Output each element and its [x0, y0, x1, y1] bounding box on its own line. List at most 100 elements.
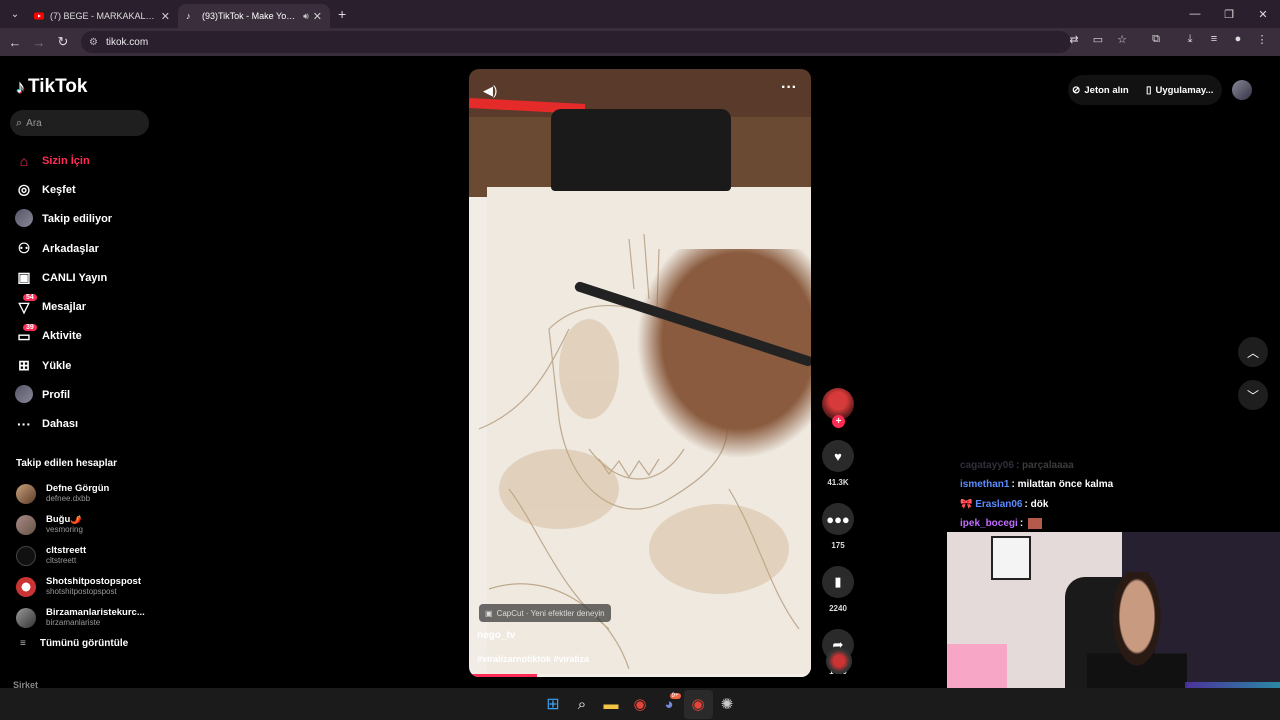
- nav-profile[interactable]: Profil: [14, 380, 154, 409]
- tab-search-chevron-icon[interactable]: ⌄: [4, 3, 26, 25]
- file-explorer-icon[interactable]: ▬: [597, 690, 626, 719]
- bookmark-star-icon[interactable]: ☆: [1110, 33, 1134, 46]
- chat-username: ipek_bocegi: [960, 517, 1018, 529]
- browser-menu-icon[interactable]: ⋮: [1250, 33, 1274, 46]
- extensions-icon[interactable]: ⧉: [1144, 33, 1168, 46]
- more-options-icon[interactable]: ···: [781, 79, 797, 97]
- drawing-hand: [619, 249, 811, 479]
- notification-badge: 9+: [669, 692, 681, 699]
- tab-close-icon[interactable]: ✕: [161, 10, 170, 23]
- volume-icon[interactable]: ◀︎): [483, 83, 497, 99]
- cast-icon[interactable]: ▭: [1086, 33, 1110, 46]
- video-author[interactable]: nego_tv: [477, 630, 515, 641]
- heart-icon[interactable]: ♥: [822, 440, 854, 472]
- see-all-button[interactable]: ≡ Tümünü görüntüle: [20, 638, 128, 649]
- nav-friends[interactable]: ⚇ Arkadaşlar: [14, 234, 154, 263]
- nav-explore[interactable]: ◎ Keşfet: [14, 175, 154, 204]
- tiktok-icon: ♪: [186, 11, 191, 21]
- tab-title: (7) BEGE - MARKAKALİTE - YouTube: [50, 11, 157, 21]
- nav-label: Profil: [42, 389, 71, 402]
- capcut-badge[interactable]: ▣ CapCut · Yeni efektler deneyin: [479, 604, 611, 622]
- nav-more[interactable]: ··· Dahası: [14, 410, 154, 439]
- account-name: Birzamanlaristekurc...: [46, 607, 145, 618]
- follow-plus-icon[interactable]: +: [832, 415, 845, 428]
- following-account[interactable]: Birzamanlaristekurc... birzamanlariste: [16, 602, 156, 633]
- media-control-icon[interactable]: ≡: [1202, 33, 1226, 46]
- search-icon[interactable]: ⌕: [568, 690, 597, 719]
- chrome-profile-icon[interactable]: ◉: [683, 689, 713, 719]
- following-account[interactable]: cltstreett cltstreett: [16, 540, 156, 571]
- nav-label: Aktivite: [42, 330, 82, 343]
- nav-messages[interactable]: ▽ 54 Mesajlar: [14, 292, 154, 321]
- save-count: 2240: [829, 604, 847, 613]
- more-dots-icon: ···: [17, 416, 31, 433]
- new-tab-button[interactable]: +: [338, 6, 346, 22]
- windows-start-icon[interactable]: ⊞: [539, 690, 568, 719]
- like-action[interactable]: ♥ 41.3K: [822, 440, 854, 487]
- comment-icon[interactable]: ●●●: [822, 503, 854, 535]
- nav-for-you[interactable]: ⌂ Sizin İçin: [14, 146, 154, 175]
- video-progress-bar[interactable]: [469, 674, 811, 677]
- translate-icon[interactable]: ⇄: [1062, 33, 1086, 46]
- discord-icon[interactable]: ◕ 9+: [655, 690, 684, 719]
- logo-text: TikTok: [28, 76, 88, 97]
- minimize-icon[interactable]: —: [1178, 0, 1212, 28]
- back-icon[interactable]: ←: [3, 35, 27, 50]
- next-video-button[interactable]: ﹀: [1238, 380, 1268, 410]
- bookmark-icon[interactable]: ▮: [822, 566, 854, 598]
- nav-upload[interactable]: ⊞ Yükle: [14, 351, 154, 380]
- search-icon: ⌕: [16, 116, 23, 129]
- save-action[interactable]: ▮ 2240: [822, 566, 854, 613]
- tab-close-icon[interactable]: ✕: [313, 10, 322, 23]
- reload-icon[interactable]: ↻: [51, 34, 75, 50]
- download-icon[interactable]: ⤓: [1178, 33, 1202, 46]
- app-icon[interactable]: ✺: [713, 690, 742, 719]
- speaker-icon[interactable]: 🔊︎: [303, 11, 309, 22]
- comment-count: 175: [831, 541, 845, 550]
- account-handle: shotshitpostopspost: [46, 586, 117, 596]
- browser-tab-tiktok[interactable]: ♪ (93)TikTok - Make Your Day 🔊︎ ✕: [178, 4, 330, 28]
- account-name: Shotshitpostopspost: [46, 576, 141, 587]
- site-info-icon[interactable]: ⚙: [89, 37, 98, 48]
- account-handle: cltstreett: [46, 555, 77, 565]
- chat-text: : dök: [1024, 498, 1049, 510]
- nav-label: Arkadaşlar: [42, 242, 99, 255]
- restore-icon[interactable]: ❐: [1212, 0, 1246, 28]
- browser-extensions: ⇄ ▭ ☆ ⧉ ⤓ ≡ ● ⋮: [1062, 33, 1274, 46]
- nav-live[interactable]: ▣ CANLI Yayın: [14, 263, 154, 292]
- video-player[interactable]: ◀︎) ··· ▣ CapCut · Yeni efektler deneyin…: [469, 69, 811, 677]
- nav-activity[interactable]: ▭ 39 Aktivite: [14, 322, 154, 351]
- nav-following[interactable]: Takip ediliyor: [14, 205, 154, 234]
- window-close-icon[interactable]: ✕: [1246, 0, 1280, 28]
- nav-label: Dahası: [42, 418, 79, 431]
- address-bar[interactable]: ⚙ tikok.com: [81, 31, 1071, 53]
- following-account[interactable]: Defne Görgün defnee.dxbb: [16, 478, 156, 509]
- search-input[interactable]: [26, 117, 127, 129]
- account-handle: vesmoring: [46, 524, 83, 534]
- get-coins-button[interactable]: ⊘ Jeton alın: [1072, 79, 1129, 101]
- music-disc-icon[interactable]: [826, 648, 852, 674]
- video-actions: + ♥ 41.3K ●●● 175 ▮ 2240 ➦ 1469: [822, 388, 854, 676]
- forward-icon[interactable]: →: [27, 35, 51, 50]
- tiktok-sidebar: ♪ TikTok ⌕ ⌂ Sizin İçin ◎ Keşfet Takip e…: [0, 58, 160, 690]
- following-list: Defne Görgün defnee.dxbb Buğu🌶️ vesmoring …: [16, 478, 156, 633]
- get-app-button[interactable]: ▯ Uygulamay...: [1146, 79, 1213, 101]
- windows-taskbar: ⊞ ⌕ ▬ ◉ ◕ 9+ ◉ ✺: [0, 688, 1280, 720]
- tiktok-logo[interactable]: ♪ TikTok: [16, 76, 87, 98]
- search-box[interactable]: ⌕: [10, 110, 149, 136]
- messages-icon: ▽: [18, 298, 30, 315]
- following-account[interactable]: Buğu🌶️ vesmoring: [16, 509, 156, 540]
- video-hashtags[interactable]: #viralizarnotiktok #viraliza: [477, 654, 589, 664]
- following-account[interactable]: Shotshitpostopspost shotshitpostopspost: [16, 571, 156, 602]
- comment-action[interactable]: ●●● 175: [822, 503, 854, 550]
- previous-video-button[interactable]: ︿: [1238, 337, 1268, 367]
- profile-icon[interactable]: ●: [1226, 33, 1250, 46]
- browser-tab-youtube[interactable]: (7) BEGE - MARKAKALİTE - YouTube ✕: [26, 4, 178, 28]
- app-label: Uygulamay...: [1155, 84, 1214, 96]
- nav-label: Keşfet: [42, 183, 76, 196]
- creator-avatar[interactable]: +: [822, 388, 854, 428]
- chrome-icon[interactable]: ◉: [626, 690, 655, 719]
- chat-message: ipek_bocegi:: [960, 514, 1113, 533]
- chat-username: ismethan1: [960, 479, 1010, 491]
- user-avatar[interactable]: [1232, 80, 1252, 100]
